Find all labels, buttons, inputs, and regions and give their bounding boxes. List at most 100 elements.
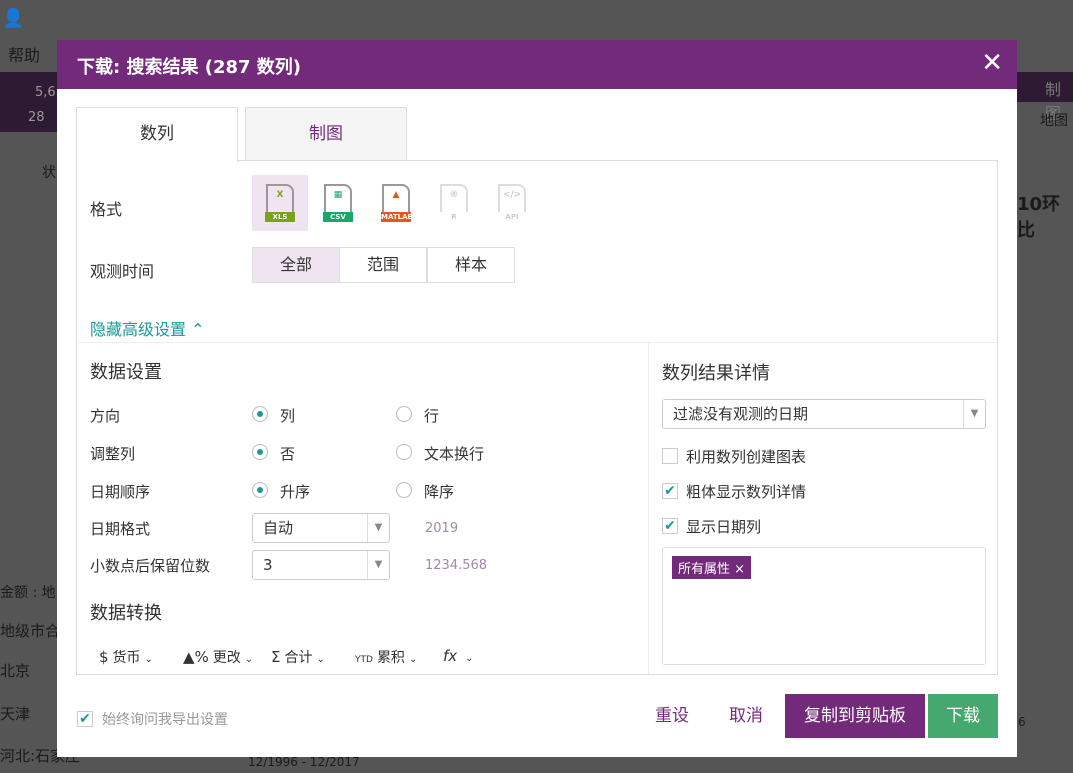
close-icon[interactable]: ✕ [981, 48, 1003, 78]
help-menu[interactable]: 帮助 [8, 42, 40, 66]
chevron-down-icon: ⌄ [316, 654, 325, 665]
date-desc-radio[interactable] [396, 482, 412, 498]
transform-货币-menu[interactable]: $ 货币 ⌄ [99, 647, 153, 667]
r-file-icon: ® R [439, 184, 469, 222]
table-row[interactable]: 北京 [0, 660, 30, 681]
xls-file-icon: X XLS [265, 184, 295, 222]
format-matlab-button[interactable]: ▲ MATLAB [368, 175, 424, 231]
date-format-select[interactable]: 自动 ▼ [252, 513, 390, 543]
radio-label: 降序 [424, 483, 455, 501]
transform-heading: 数据转换 [90, 603, 162, 624]
option-label: 显示日期列 [686, 518, 762, 536]
transform-label: 货币 [112, 650, 141, 666]
column-header: 状 [42, 165, 56, 181]
icon-glyph: ▲ [392, 190, 400, 200]
radio-label: 升序 [280, 483, 311, 501]
time-range[interactable]: 范围 [339, 247, 427, 283]
transform-icon: Σ [271, 648, 281, 666]
format-xls-button[interactable]: X XLS [252, 175, 308, 231]
select-value: 3 [263, 556, 273, 574]
transform-label: 合计 [284, 650, 313, 666]
option-checkbox[interactable] [662, 448, 678, 464]
option-checkbox[interactable]: ✔ [662, 518, 678, 534]
date-format-preview: 2019 [425, 521, 459, 536]
time-all[interactable]: 全部 [252, 247, 340, 283]
attributes-box[interactable]: 所有属性 × [662, 547, 986, 665]
attribute-tag[interactable]: 所有属性 × [672, 556, 752, 579]
select-value: 过滤没有观测的日期 [673, 405, 809, 423]
heading: 10环比 [1017, 194, 1061, 241]
reset-button[interactable]: 重设 [643, 694, 701, 738]
chevron-down-icon: ⌄ [408, 654, 418, 665]
date-order-label: 日期顺序 [90, 483, 151, 501]
copy-clipboard-button[interactable]: 复制到剪贴板 [785, 694, 925, 738]
transform-更改-menu[interactable]: ▲% 更改 ⌄ [183, 647, 253, 667]
decimals-preview: 1234.568 [425, 558, 488, 573]
icon-glyph: ® [449, 190, 459, 200]
date-asc-radio[interactable] [252, 482, 268, 498]
table-row[interactable]: 地级市合 [0, 620, 60, 641]
option-label: 粗体显示数列详情 [686, 483, 807, 501]
download-button[interactable]: 下载 [928, 694, 998, 738]
adjust-no-radio[interactable] [252, 444, 268, 460]
map-button[interactable]: 地图 [1040, 110, 1068, 130]
filter-select[interactable]: 过滤没有观测的日期 ▼ [662, 399, 986, 429]
radio-label: 否 [280, 445, 296, 463]
chevron-down-icon: ▼ [367, 551, 389, 579]
details-heading: 数列结果详情 [662, 363, 770, 384]
radio-label: 文本换行 [424, 445, 485, 463]
time-sample[interactable]: 样本 [427, 247, 515, 283]
series-panel: 格式 X XLS ▦ CSV ▲ MATLAB ® R </> API 观测时间 全部 范围 样本… [76, 160, 998, 675]
time-label: 观测时间 [90, 262, 155, 281]
always-ask-label: 始终询问我导出设置 [102, 712, 228, 728]
format-name: API [497, 212, 527, 222]
decimals-label: 小数点后保留位数 [90, 557, 211, 575]
transform-function-menu[interactable]: fx ⌄ [443, 647, 474, 665]
chevron-down-icon: ▼ [963, 400, 985, 428]
download-dialog: 下载: 搜索结果 (287 数列) ✕ 数列 制图 格式 X XLS ▦ CSV ▲ MA… [57, 40, 1017, 757]
amount-label: 金额 : 地 [0, 585, 56, 601]
transform-label: 累积 [376, 650, 405, 666]
tab-chart[interactable]: 制图 [245, 107, 407, 161]
radio-label: 列 [280, 407, 296, 425]
icon-glyph: </> [502, 190, 522, 200]
tab-series[interactable]: 数列 [76, 107, 238, 162]
matlab-file-icon: ▲ MATLAB [381, 184, 413, 222]
always-ask-checkbox[interactable]: ✔ [77, 711, 93, 727]
chevron-down-icon: ▼ [367, 514, 389, 542]
select-value: 自动 [263, 519, 294, 537]
direction-row-radio[interactable] [396, 406, 412, 422]
dialog-title: 下载: 搜索结果 (287 数列) [77, 57, 302, 78]
axis-tick: 6 [1018, 715, 1026, 729]
date-range: 12/1996 - 12/2017 [248, 755, 360, 769]
add-user-icon[interactable]: 👤 [2, 8, 24, 29]
chevron-down-icon: ⌄ [244, 654, 254, 665]
option-checkbox[interactable]: ✔ [662, 483, 678, 499]
format-api-button[interactable]: </> API [484, 175, 540, 231]
transform-合计-menu[interactable]: Σ 合计 ⌄ [271, 647, 325, 667]
format-name: R [439, 212, 469, 222]
adjust-wrap-radio[interactable] [396, 444, 412, 460]
format-name: CSV [323, 212, 353, 222]
transform-累积-menu[interactable]: YTD 累积 ⌄ [355, 647, 417, 667]
dialog-header: 下载: 搜索结果 (287 数列) ✕ [57, 40, 1017, 89]
direction-label: 方向 [90, 407, 121, 425]
cancel-button[interactable]: 取消 [717, 694, 775, 738]
format-csv-button[interactable]: ▦ CSV [310, 175, 366, 231]
format-name: MATLAB [381, 212, 413, 222]
transform-icon: YTD [355, 655, 373, 665]
transform-icon: fx [443, 647, 458, 665]
format-name: XLS [265, 212, 295, 222]
radio-label: 行 [424, 407, 440, 425]
direction-column-radio[interactable] [252, 406, 268, 422]
api-file-icon: </> API [497, 184, 527, 222]
chevron-down-icon: ⌄ [144, 654, 153, 665]
hide-advanced-link[interactable]: 隐藏高级设置 ⌃ [90, 316, 205, 340]
icon-glyph: X [276, 190, 284, 200]
decimals-select[interactable]: 3 ▼ [252, 550, 390, 580]
format-label: 格式 [90, 200, 123, 219]
table-row[interactable]: 天津 [0, 703, 30, 724]
transform-icon: ▲% [183, 648, 209, 666]
icon-glyph: ▦ [333, 190, 343, 200]
format-r-button[interactable]: ® R [426, 175, 482, 231]
